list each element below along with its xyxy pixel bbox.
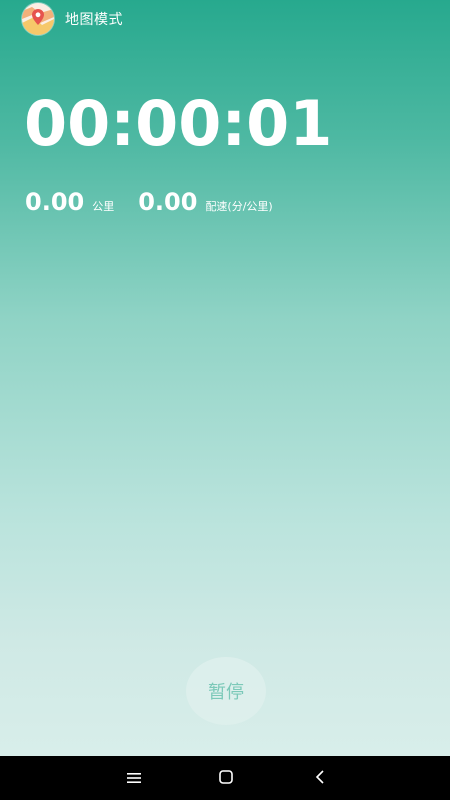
menu-icon [127, 769, 141, 788]
menu-button[interactable] [104, 756, 164, 800]
back-button[interactable] [290, 756, 350, 800]
back-icon [315, 769, 325, 788]
pause-label: 暂停 [208, 682, 244, 703]
home-icon [219, 769, 233, 788]
map-mode-button[interactable]: 地图模式 [22, 3, 123, 35]
pause-button[interactable]: 暂停 [186, 657, 266, 725]
system-navigation-bar [0, 756, 450, 800]
distance-value: 0.00 [25, 188, 85, 216]
distance-unit: 公里 [92, 200, 115, 213]
pace-unit: 配速(分/公里) [205, 200, 273, 213]
pace-value: 0.00 [138, 188, 198, 216]
elapsed-time: 00:00:01 [24, 87, 333, 160]
running-screen: 地图模式 00:00:01 0.00 公里 0.00 配速(分/公里) 暂停 [0, 0, 450, 756]
home-button[interactable] [196, 756, 256, 800]
map-mode-label: 地图模式 [65, 12, 123, 28]
run-stats: 0.00 公里 0.00 配速(分/公里) [25, 186, 273, 218]
map-pin-logo-icon [22, 3, 54, 35]
